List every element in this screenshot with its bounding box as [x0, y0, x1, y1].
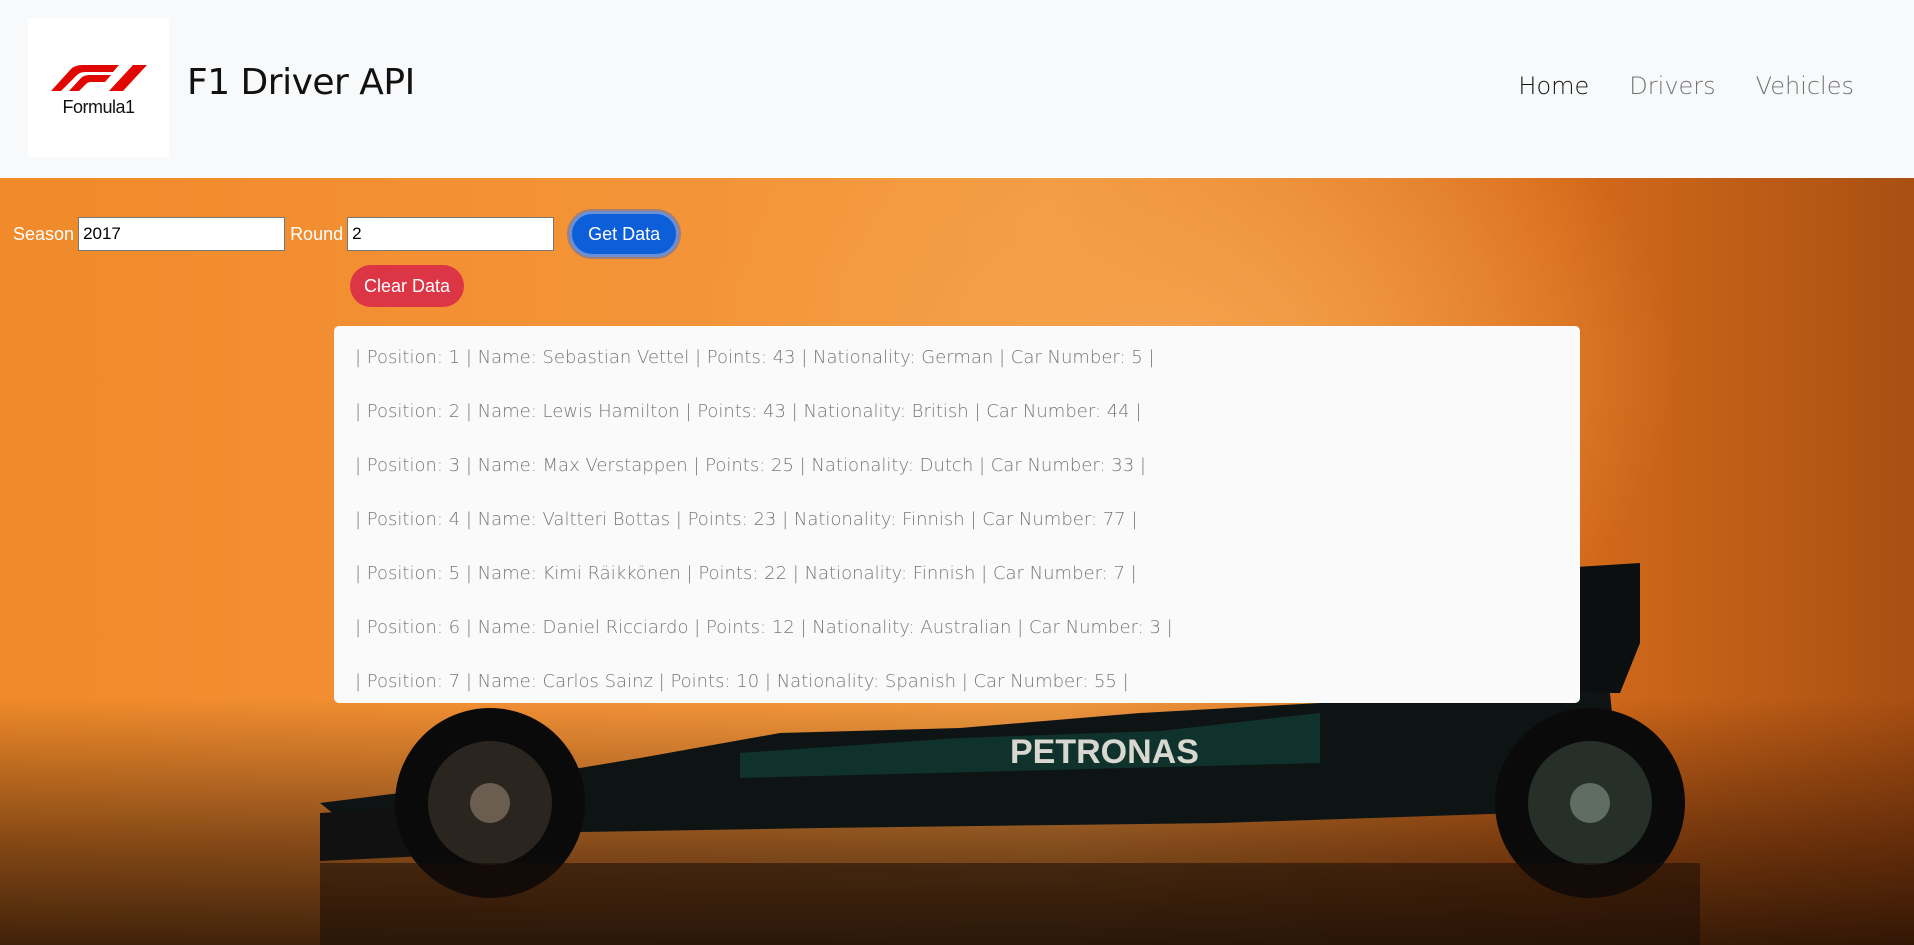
- clear-data-button[interactable]: Clear Data: [350, 265, 465, 307]
- get-data-button[interactable]: Get Data: [569, 211, 680, 257]
- round-input[interactable]: [347, 217, 555, 251]
- nav-links: Home Drivers Vehicles: [1518, 72, 1854, 100]
- list-item: | Position: 2 | Name: Lewis Hamilton | P…: [355, 401, 1142, 422]
- list-item: | Position: 3 | Name: Max Verstappen | P…: [355, 455, 1146, 476]
- list-item: | Position: 7 | Name: Carlos Sainz | Poi…: [355, 671, 1129, 692]
- navbar: Formula1 F1 Driver API Home Drivers Vehi…: [0, 0, 1914, 178]
- list-item: | Position: 6 | Name: Daniel Ricciardo |…: [355, 617, 1173, 638]
- hero-section: PETRONAS ON Season Round Get Data Clear …: [0, 178, 1914, 945]
- query-form: Season Round Get Data: [13, 211, 680, 257]
- round-label: Round: [290, 223, 344, 244]
- logo-text: Formula1: [62, 97, 135, 117]
- list-item: | Position: 1 | Name: Sebastian Vettel |…: [355, 347, 1155, 368]
- car-sponsor-text: PETRONAS: [1010, 733, 1199, 771]
- list-item: | Position: 4 | Name: Valtteri Bottas | …: [355, 509, 1138, 530]
- nav-link-home[interactable]: Home: [1518, 72, 1589, 100]
- f1-logo-mark-icon: [50, 65, 147, 91]
- results-list: | Position: 1 | Name: Sebastian Vettel |…: [334, 326, 1580, 703]
- brand-title[interactable]: F1 Driver API: [187, 62, 415, 103]
- season-label: Season: [13, 223, 75, 244]
- nav-link-vehicles[interactable]: Vehicles: [1756, 72, 1854, 100]
- f1-logo[interactable]: Formula1: [28, 18, 169, 157]
- nav-link-drivers[interactable]: Drivers: [1629, 72, 1715, 100]
- season-input[interactable]: [78, 217, 286, 251]
- list-item: | Position: 5 | Name: Kimi Räikkönen | P…: [355, 563, 1137, 584]
